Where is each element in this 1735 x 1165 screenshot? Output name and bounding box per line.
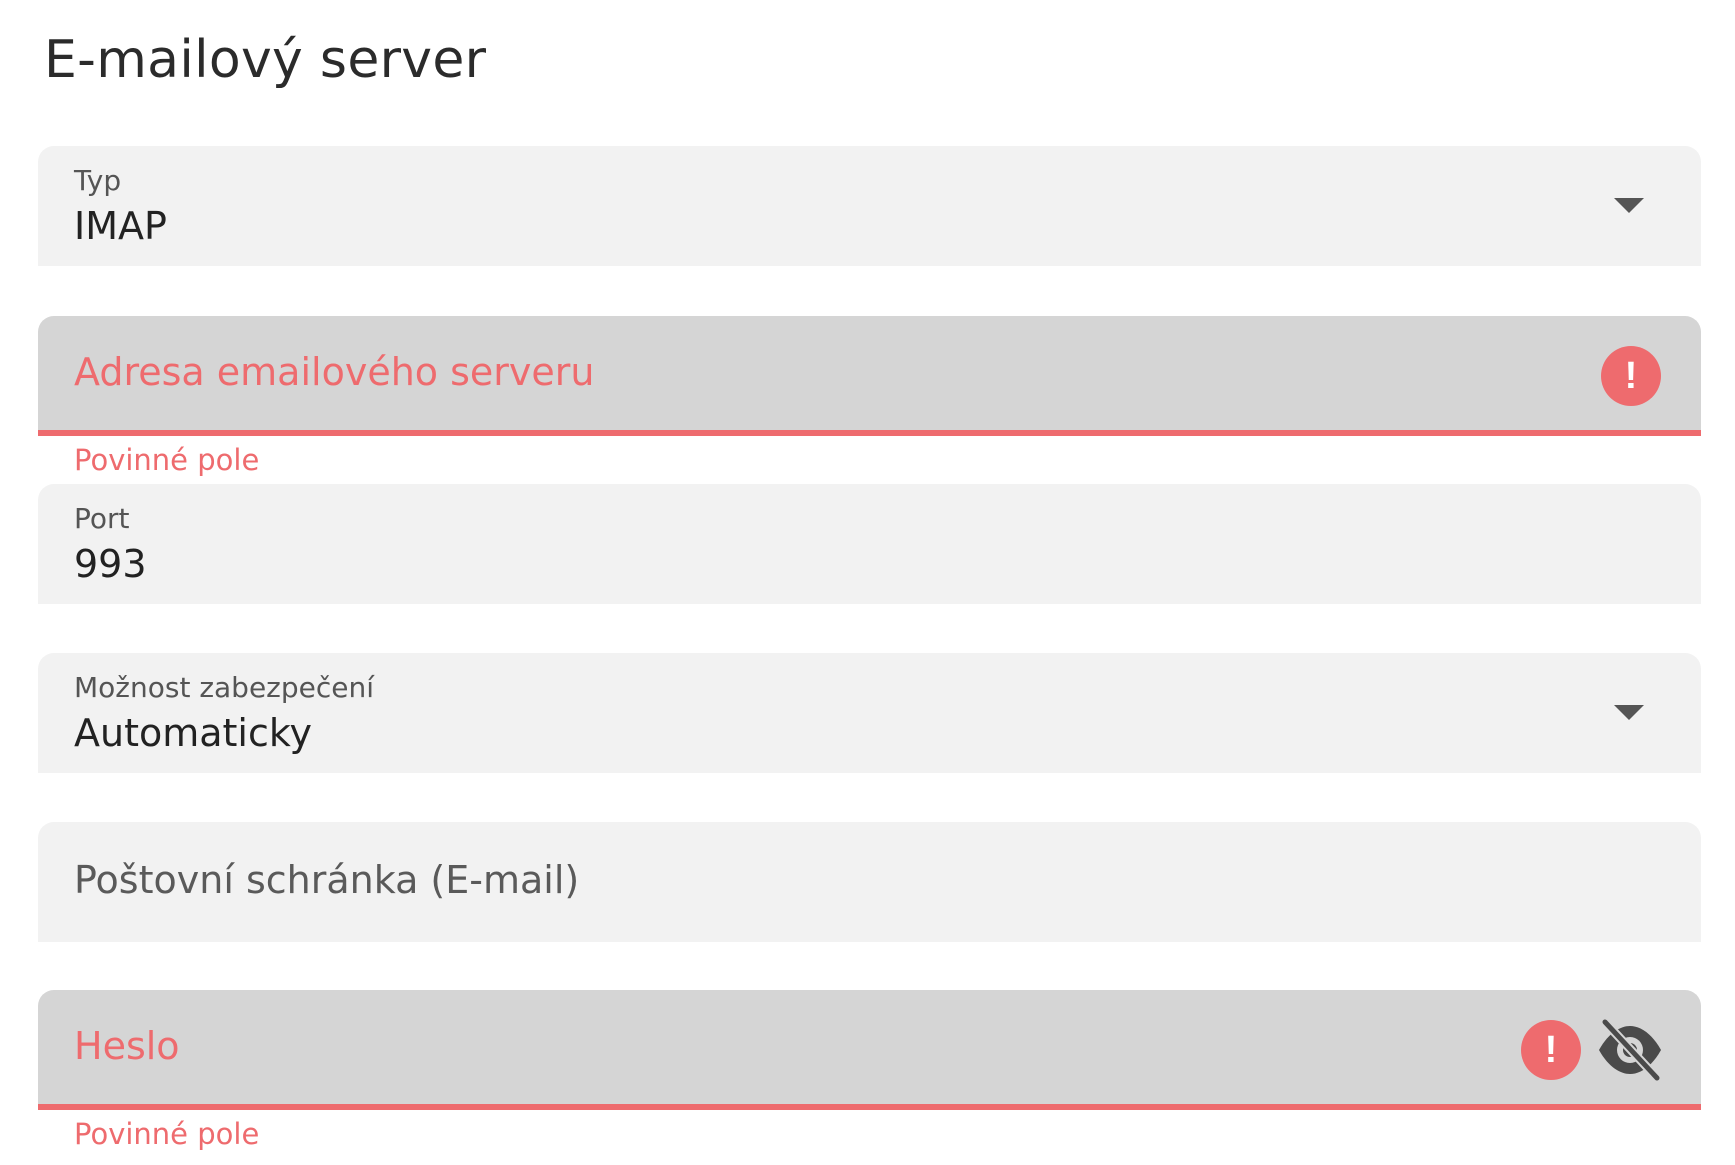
mailbox-input[interactable]: Poštovní schránka (E-mail) xyxy=(38,822,1701,942)
server-address-placeholder: Adresa emailového serveru xyxy=(74,350,595,394)
server-address-error-text: Povinné pole xyxy=(74,443,260,477)
security-value: Automaticky xyxy=(74,711,313,755)
server-address-input[interactable]: Adresa emailového serveru ! xyxy=(38,316,1701,436)
type-select[interactable]: Typ IMAP xyxy=(38,146,1701,266)
type-value: IMAP xyxy=(74,204,167,248)
email-server-settings: E-mailový server Typ IMAP Adresa emailov… xyxy=(0,0,1735,1165)
error-icon: ! xyxy=(1601,346,1661,406)
security-select[interactable]: Možnost zabezpečení Automaticky xyxy=(38,653,1701,773)
password-error-text: Povinné pole xyxy=(74,1117,260,1151)
chevron-down-icon[interactable] xyxy=(1614,705,1644,720)
eye-off-icon[interactable] xyxy=(1595,1018,1665,1082)
port-input[interactable]: Port 993 xyxy=(38,484,1701,604)
port-value: 993 xyxy=(74,542,147,586)
mailbox-placeholder: Poštovní schránka (E-mail) xyxy=(74,858,580,902)
port-label: Port xyxy=(74,502,130,535)
password-input[interactable]: Heslo ! xyxy=(38,990,1701,1110)
type-label: Typ xyxy=(74,164,122,197)
password-placeholder: Heslo xyxy=(74,1024,180,1068)
page-title: E-mailový server xyxy=(44,30,487,90)
error-icon: ! xyxy=(1521,1020,1581,1080)
security-label: Možnost zabezpečení xyxy=(74,671,375,704)
chevron-down-icon[interactable] xyxy=(1614,198,1644,213)
